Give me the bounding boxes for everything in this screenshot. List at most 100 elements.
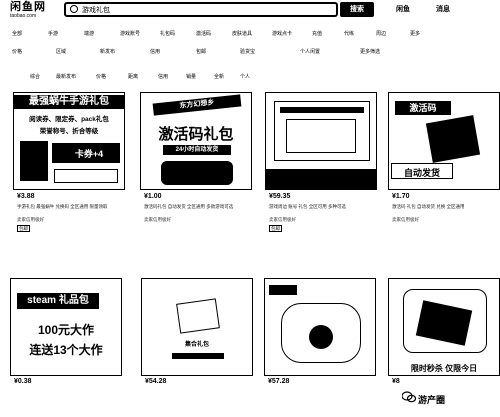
product-card[interactable]: ¥59.35 游戏周边 账号 礼包 全区可用 多种可选 卖家信用极好 包邮	[265, 92, 377, 232]
category-nav: 全部 手游 端游 游戏账号 礼包码 激活码 皮肤道具 游戏点卡 充值 代练 周边…	[0, 28, 500, 38]
sort-item[interactable]: 距离	[128, 73, 138, 80]
thumb-text: 100元大作	[37, 323, 95, 337]
category-item[interactable]: 全部	[12, 30, 22, 37]
search-query: 游戏礼包	[82, 7, 110, 14]
product-seller: 卖家信用极好	[269, 217, 296, 222]
filter-item[interactable]: 更多筛选	[360, 48, 380, 55]
thumb-banner: steam 礼品包	[17, 293, 99, 309]
thumb-graphic	[161, 161, 233, 185]
product-description: 手游礼包 最强蜗牛 兑换码 全区通用 限量领取	[17, 204, 108, 209]
search-icon	[70, 5, 78, 13]
product-price: ¥3.88	[17, 193, 35, 200]
sort-item[interactable]: 销量	[186, 73, 196, 80]
wechat-icon	[402, 391, 416, 403]
header-link-messages[interactable]: 消息	[436, 4, 450, 14]
product-seller: 卖家信用极好	[392, 217, 419, 222]
product-price: ¥1.70	[392, 193, 410, 200]
thumb-graphic	[309, 325, 333, 349]
product-thumbnail[interactable]: steam 礼品包 100元大作 连送13个大作	[10, 278, 122, 376]
sort-item[interactable]: 全新	[214, 73, 224, 80]
thumb-text: 自动发货	[403, 168, 440, 178]
product-thumbnail[interactable]: 集合礼包	[141, 278, 253, 376]
logo-main-text: 闲鱼网	[10, 1, 46, 13]
product-price: ¥0.38	[14, 378, 32, 385]
product-thumbnail[interactable]: 最强蜗牛手游礼包 阅读券、限定券、pack礼包 荣誉称号、折合等级 卡券+4	[13, 92, 125, 190]
thumb-graphic	[266, 169, 376, 189]
sort-item[interactable]: 个人	[240, 73, 250, 80]
filter-nav: 价格 区域 新发布 信用 包邮 验货宝 个人闲置 更多筛选	[0, 46, 500, 56]
filter-item[interactable]: 信用	[150, 48, 160, 55]
product-description: 激活码 礼包 自动发货 兑换 全区通用	[392, 204, 465, 209]
product-price: ¥59.35	[269, 193, 291, 200]
sort-item[interactable]: 最新发布	[56, 73, 76, 80]
category-item[interactable]: 激活码	[196, 30, 211, 37]
product-description: 激活码礼包 自动发货 全区通用 多款游戏可选	[144, 204, 234, 209]
product-card[interactable]: 激活码 自动发货 ¥1.70 激活码 礼包 自动发货 兑换 全区通用 卖家信用极…	[388, 92, 500, 222]
filter-item[interactable]: 包邮	[196, 48, 206, 55]
product-seller: 卖家信用极好	[144, 217, 171, 222]
product-card[interactable]: ¥57.28	[264, 278, 376, 385]
thumb-text: 阅读券、限定券、pack礼包	[29, 116, 109, 123]
product-thumbnail[interactable]	[265, 92, 377, 190]
header-link-xianyu[interactable]: 闲鱼	[396, 4, 410, 14]
thumb-text: 连送13个大作	[29, 343, 103, 357]
product-price: ¥57.28	[268, 378, 290, 385]
filter-item[interactable]: 区域	[56, 48, 66, 55]
sort-item[interactable]: 综合	[30, 73, 40, 80]
category-item[interactable]: 游戏点卡	[272, 30, 292, 37]
sort-item[interactable]: 价格	[96, 73, 106, 80]
product-thumbnail[interactable]: 激活码 自动发货	[388, 92, 500, 190]
thumb-text: 荣誉称号、折合等级	[39, 128, 99, 135]
thumb-graphic	[425, 115, 481, 163]
thumb-banner: 最强蜗牛手游礼包	[14, 95, 124, 109]
product-card[interactable]: 限时秒杀 仅限今日 ¥8	[388, 278, 500, 385]
product-tag: 包邮	[17, 225, 30, 232]
category-item[interactable]: 礼包码	[160, 30, 175, 37]
product-description: 游戏周边 账号 礼包 全区可用 多种可选	[269, 204, 346, 209]
product-thumbnail[interactable]: 东方幻想乡 激活码礼包 24小时自动发货	[140, 92, 252, 190]
thumb-text: 限时秒杀 仅限今日	[410, 364, 478, 373]
thumb-graphic	[172, 353, 224, 359]
product-thumbnail[interactable]: 限时秒杀 仅限今日	[388, 278, 500, 376]
thumb-text: 24小时自动发货	[163, 145, 231, 155]
thumb-graphic	[280, 107, 364, 113]
category-item[interactable]: 游戏账号	[120, 30, 140, 37]
logo-sub-text: taobao.com	[10, 13, 37, 19]
filter-item[interactable]: 验货宝	[240, 48, 255, 55]
thumb-graphic	[54, 169, 118, 183]
category-item[interactable]: 充值	[312, 30, 322, 37]
category-item[interactable]: 代练	[344, 30, 354, 37]
product-thumbnail[interactable]	[264, 278, 376, 376]
site-logo[interactable]: 闲鱼网 taobao.com	[10, 1, 58, 21]
product-card[interactable]: 集合礼包 ¥54.28	[141, 278, 253, 385]
category-item[interactable]: 手游	[48, 30, 58, 37]
category-item[interactable]: 更多	[410, 30, 420, 37]
thumb-text: 激活码礼包	[158, 126, 234, 143]
product-seller: 卖家信用极好	[17, 217, 44, 222]
sort-nav: 综合 最新发布 价格 距离 信用 销量 全新 个人	[0, 71, 500, 81]
search-input[interactable]: 游戏礼包	[64, 2, 338, 17]
thumb-graphic	[286, 119, 356, 153]
thumb-graphic	[269, 285, 297, 295]
search-button[interactable]: 搜索	[340, 2, 374, 17]
thumb-graphic	[176, 298, 220, 334]
header: 闲鱼网 taobao.com 游戏礼包 搜索 闲鱼 消息	[0, 0, 500, 22]
thumb-text: 集合礼包	[184, 342, 209, 348]
sort-item[interactable]: 信用	[158, 73, 168, 80]
filter-item[interactable]: 新发布	[100, 48, 115, 55]
watermark-text: 游产圈	[418, 395, 446, 405]
thumb-banner: 激活码	[395, 101, 451, 115]
category-item[interactable]: 皮肤道具	[232, 30, 252, 37]
filter-item[interactable]: 个人闲置	[300, 48, 320, 55]
category-item[interactable]: 周边	[376, 30, 386, 37]
category-item[interactable]: 端游	[84, 30, 94, 37]
product-card[interactable]: steam 礼品包 100元大作 连送13个大作 ¥0.38	[10, 278, 122, 385]
filter-item[interactable]: 价格	[12, 48, 22, 55]
product-tag: 包邮	[269, 225, 282, 232]
product-price: ¥1.00	[144, 193, 162, 200]
product-card[interactable]: 最强蜗牛手游礼包 阅读券、限定券、pack礼包 荣誉称号、折合等级 卡券+4 ¥…	[13, 92, 125, 232]
product-card[interactable]: 东方幻想乡 激活码礼包 24小时自动发货 ¥1.00 激活码礼包 自动发货 全区…	[140, 92, 252, 222]
thumb-banner: 东方幻想乡	[152, 94, 242, 116]
thumb-text: 卡券+4	[74, 149, 104, 159]
product-price: ¥54.28	[145, 378, 167, 385]
